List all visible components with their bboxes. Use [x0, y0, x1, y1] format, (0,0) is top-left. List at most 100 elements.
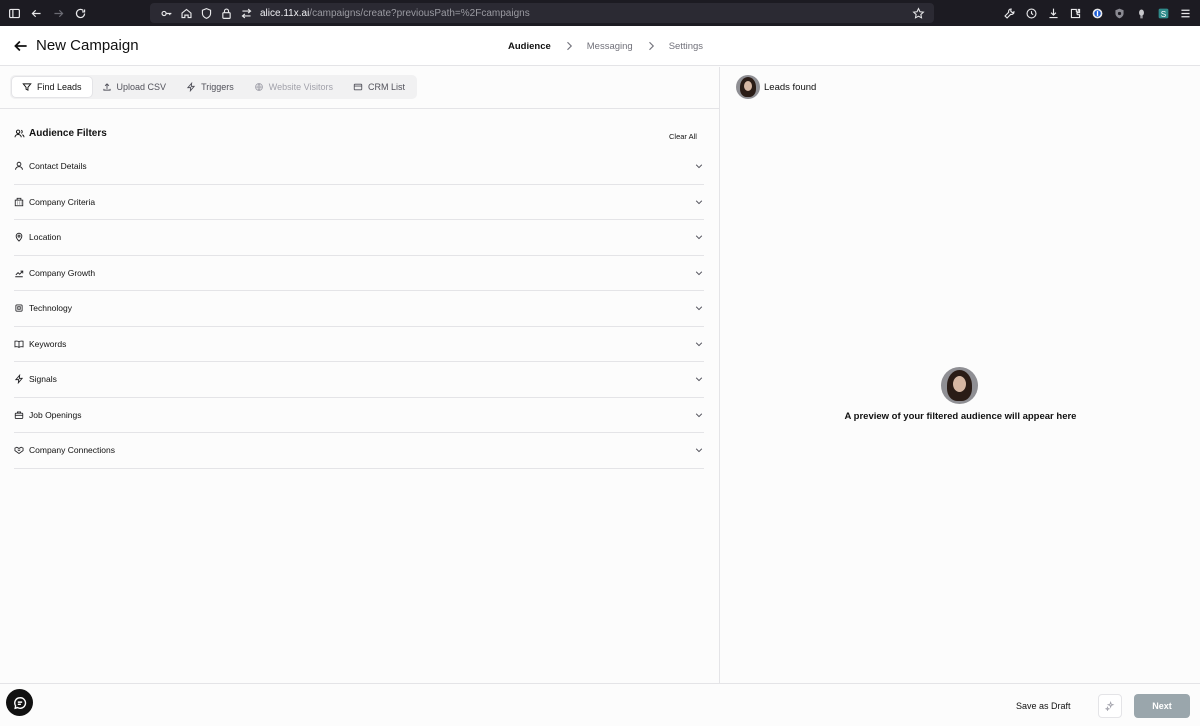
filter-technology[interactable]: Technology: [14, 291, 704, 327]
address-bar[interactable]: alice.11x.ai/campaigns/create?previousPa…: [150, 3, 934, 23]
url-text: alice.11x.ai/campaigns/create?previousPa…: [260, 7, 530, 19]
step-messaging[interactable]: Messaging: [587, 41, 633, 52]
filter-label: Contact Details: [29, 161, 87, 172]
avatar: [736, 75, 760, 99]
filter-label: Company Criteria: [29, 196, 96, 207]
tab-website-visitors[interactable]: Website Visitors: [244, 77, 343, 97]
key-icon[interactable]: [156, 3, 176, 23]
chevron-down-icon[interactable]: [694, 410, 704, 420]
chevron-down-icon[interactable]: [694, 268, 704, 278]
zap-icon: [14, 374, 24, 385]
building-icon: [14, 197, 24, 206]
tab-triggers[interactable]: Triggers: [176, 77, 244, 97]
chat-support-button[interactable]: [6, 689, 33, 716]
chevron-down-icon[interactable]: [694, 339, 704, 349]
chevron-down-icon[interactable]: [694, 445, 704, 455]
svg-text:S: S: [1160, 9, 1166, 18]
page-title: New Campaign: [36, 37, 139, 54]
globe-icon: [254, 83, 263, 91]
filter-contact-details[interactable]: Contact Details: [14, 149, 704, 185]
permissions-icon[interactable]: [236, 3, 256, 23]
avatar: [941, 367, 978, 404]
next-button[interactable]: Next: [1134, 694, 1190, 718]
filter-label: Location: [29, 232, 62, 243]
bulb-icon[interactable]: [1130, 0, 1152, 26]
app-header: New Campaign Audience Messaging Settings: [0, 26, 1200, 66]
zap-icon: [186, 82, 196, 92]
sidebar-toggle-icon[interactable]: [3, 0, 25, 26]
chat-icon: [13, 696, 26, 709]
source-tabs: Find Leads Upload CSV Triggers Website V…: [10, 75, 417, 99]
download-icon[interactable]: [1042, 0, 1064, 26]
audience-panel: Find Leads Upload CSV Triggers Website V…: [0, 67, 720, 713]
tab-label: Triggers: [201, 82, 234, 92]
filter-signals[interactable]: Signals: [14, 362, 704, 398]
sparkle-icon: [1105, 701, 1115, 711]
tab-upload-csv[interactable]: Upload CSV: [92, 77, 177, 97]
upload-icon: [102, 83, 111, 91]
filter-list: Contact Details Company Criteria Locatio…: [14, 149, 704, 469]
chevron-down-icon[interactable]: [694, 374, 704, 384]
filters-heading: Audience Filters: [14, 128, 107, 139]
divider: [0, 108, 719, 109]
clear-all-button[interactable]: Clear All: [669, 132, 697, 141]
tab-label: CRM List: [367, 82, 405, 92]
step-audience[interactable]: Audience: [508, 41, 551, 52]
map-pin-icon: [15, 233, 23, 242]
password-manager-icon[interactable]: [1086, 0, 1108, 26]
chevron-down-icon[interactable]: [694, 232, 704, 242]
user-icon: [15, 162, 23, 171]
filter-location[interactable]: Location: [14, 220, 704, 256]
filter-label: Job Openings: [29, 409, 82, 420]
filter-job-openings[interactable]: Job Openings: [14, 398, 704, 433]
step-indicator: Audience Messaging Settings: [508, 40, 703, 52]
shield-icon[interactable]: [196, 3, 216, 23]
users-icon: [14, 129, 25, 138]
filter-company-growth[interactable]: Company Growth: [14, 256, 704, 291]
menu-icon[interactable]: [1174, 0, 1196, 26]
step-settings[interactable]: Settings: [669, 41, 703, 52]
filter-icon: [22, 83, 32, 91]
ai-assist-button[interactable]: [1098, 694, 1122, 718]
leads-preview-panel: Leads found A preview of your filtered a…: [721, 67, 1200, 683]
s-extension-icon[interactable]: S: [1152, 0, 1174, 26]
filter-label: Keywords: [29, 338, 67, 349]
tab-label: Website Visitors: [268, 82, 333, 92]
lock-icon[interactable]: [216, 3, 236, 23]
empty-preview-message: A preview of your filtered audience will…: [844, 411, 1077, 422]
chevron-down-icon[interactable]: [694, 197, 704, 207]
filter-company-criteria[interactable]: Company Criteria: [14, 185, 704, 220]
tab-find-leads[interactable]: Find Leads: [12, 77, 92, 97]
tab-crm-list[interactable]: CRM List: [343, 77, 415, 97]
filter-label: Signals: [29, 374, 57, 385]
chevron-right-icon: [645, 40, 657, 52]
bookmark-star-icon[interactable]: [908, 3, 928, 23]
tab-label: Find Leads: [37, 82, 82, 92]
chart-icon: [15, 270, 24, 277]
leads-found-label: Leads found: [764, 82, 817, 93]
handshake-icon: [14, 446, 24, 455]
tab-label: Upload CSV: [116, 82, 167, 92]
reload-icon[interactable]: [69, 0, 91, 26]
wrench-icon[interactable]: [998, 0, 1020, 26]
privacy-badger-icon[interactable]: [1108, 0, 1130, 26]
back-arrow-icon[interactable]: [25, 0, 47, 26]
chevron-down-icon[interactable]: [694, 303, 704, 313]
filter-keywords[interactable]: Keywords: [14, 327, 704, 362]
filter-label: Company Connections: [29, 445, 115, 456]
browser-toolbar: alice.11x.ai/campaigns/create?previousPa…: [0, 0, 1200, 26]
history-icon[interactable]: [1020, 0, 1042, 26]
chevron-down-icon[interactable]: [694, 161, 704, 171]
home-icon[interactable]: [176, 3, 196, 23]
chevron-right-icon: [563, 40, 575, 52]
filter-company-connections[interactable]: Company Connections: [14, 433, 704, 469]
briefcase-icon: [14, 411, 24, 419]
extensions-icon[interactable]: [1064, 0, 1086, 26]
forward-arrow-icon[interactable]: [47, 0, 69, 26]
filter-label: Technology: [29, 303, 73, 314]
book-icon: [14, 340, 24, 348]
save-as-draft-button[interactable]: Save as Draft: [1016, 701, 1071, 711]
cpu-icon: [15, 304, 23, 312]
back-arrow-icon[interactable]: [12, 37, 30, 55]
footer-bar: Save as Draft Next: [0, 683, 1200, 726]
